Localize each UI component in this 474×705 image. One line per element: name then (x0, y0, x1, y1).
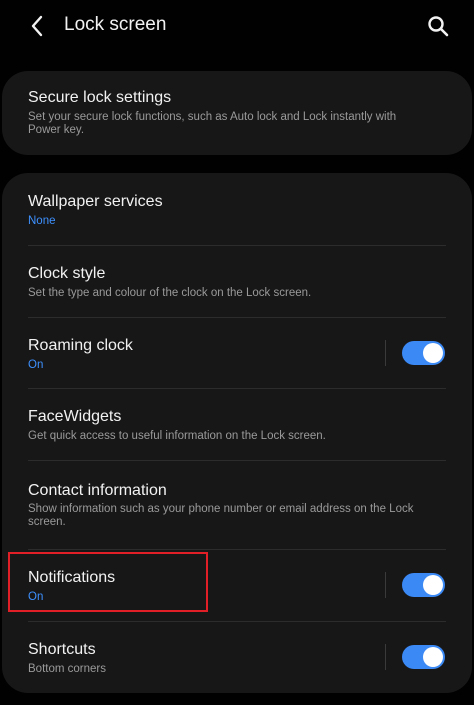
contact-information-subtitle: Show information such as your phone numb… (28, 503, 414, 528)
wallpaper-services-value: None (28, 215, 56, 227)
app-header: Lock screen (0, 0, 474, 52)
contact-information-title: Contact information (28, 482, 167, 499)
back-button[interactable] (22, 11, 52, 41)
notifications-title: Notifications (28, 569, 116, 586)
chevron-left-icon (31, 15, 43, 37)
notifications-status: On (28, 591, 44, 603)
search-button[interactable] (423, 11, 453, 41)
wallpaper-services-item[interactable]: Wallpaper services None (2, 173, 472, 245)
clock-style-subtitle: Set the type and colour of the clock on … (28, 287, 312, 299)
facewidgets-title: FaceWidgets (28, 408, 122, 425)
secure-lock-settings-item[interactable]: Secure lock settings Set your secure loc… (2, 71, 472, 155)
toggle-knob (423, 575, 443, 595)
secure-lock-subtitle: Set your secure lock functions, such as … (28, 111, 397, 136)
shortcuts-toggle[interactable] (402, 645, 445, 669)
page-title: Lock screen (64, 14, 167, 35)
roaming-clock-toggle[interactable] (402, 341, 445, 365)
toggle-separator (385, 644, 386, 670)
notifications-item[interactable]: Notifications On (2, 550, 472, 621)
search-icon (428, 16, 449, 37)
clock-style-item[interactable]: Clock style Set the type and colour of t… (2, 246, 472, 317)
roaming-clock-title: Roaming clock (28, 337, 133, 354)
toggle-separator (385, 572, 386, 598)
lock-screen-settings-page: Lock screen Secure lock settings Set you… (0, 0, 474, 705)
shortcuts-item[interactable]: Shortcuts Bottom corners (2, 622, 472, 693)
facewidgets-subtitle: Get quick access to useful information o… (28, 430, 326, 442)
toggle-separator (385, 340, 386, 366)
secure-lock-card: Secure lock settings Set your secure loc… (2, 71, 472, 155)
shortcuts-title: Shortcuts (28, 641, 96, 658)
roaming-clock-status: On (28, 359, 44, 371)
wallpaper-services-title: Wallpaper services (28, 193, 163, 210)
secure-lock-title: Secure lock settings (28, 89, 172, 106)
toggle-knob (423, 647, 443, 667)
facewidgets-item[interactable]: FaceWidgets Get quick access to useful i… (2, 389, 472, 460)
contact-information-item[interactable]: Contact information Show information suc… (2, 461, 472, 549)
lock-screen-options-card: Wallpaper services None Clock style Set … (2, 173, 472, 693)
toggle-knob (423, 343, 443, 363)
notifications-toggle[interactable] (402, 573, 445, 597)
roaming-clock-item[interactable]: Roaming clock On (2, 318, 472, 388)
clock-style-title: Clock style (28, 265, 106, 282)
shortcuts-subtitle: Bottom corners (28, 663, 106, 675)
